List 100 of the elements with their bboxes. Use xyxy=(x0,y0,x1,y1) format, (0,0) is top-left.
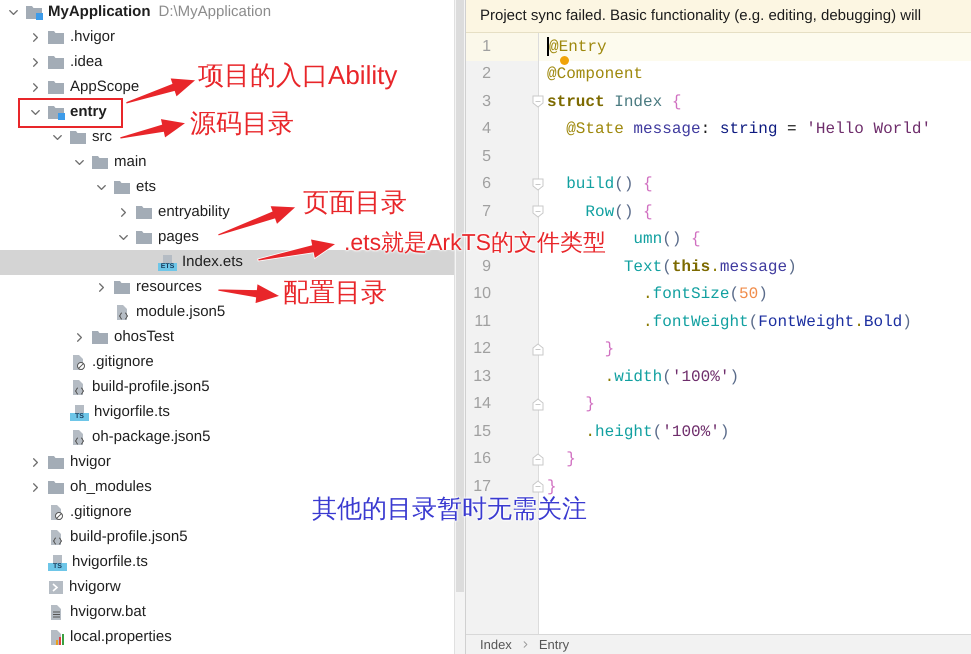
code-line: .height('100%') xyxy=(585,422,730,441)
tree-item[interactable]: hvigor xyxy=(28,450,111,475)
line-number: 9 xyxy=(482,256,491,277)
tree-item[interactable]: .gitignore xyxy=(28,500,132,525)
annotation-arrow xyxy=(217,283,282,304)
line-number: 11 xyxy=(474,312,491,332)
code-line: } xyxy=(585,395,596,414)
module-folder-icon xyxy=(48,105,65,120)
tree-item[interactable]: oh_modules xyxy=(28,475,152,500)
code-line: } xyxy=(604,340,614,358)
tree-item[interactable]: hvigorw xyxy=(28,575,121,600)
tree-item[interactable]: .hvigor xyxy=(28,25,116,50)
folder-icon xyxy=(92,155,109,170)
tree-item[interactable]: pages xyxy=(116,225,199,250)
tree-item[interactable]: src xyxy=(50,125,112,150)
annotation-note: .ets就是ArkTS的文件类型 xyxy=(344,231,606,254)
folder-icon xyxy=(92,330,109,345)
tree-item[interactable]: AppScope xyxy=(28,75,140,100)
text-cursor xyxy=(547,37,549,56)
code-line: struct Index { xyxy=(547,92,682,111)
tree-item[interactable]: entryability xyxy=(116,200,230,225)
tree-item-label: MyApplication xyxy=(48,2,151,22)
tree-item-label: build-profile.json5 xyxy=(70,527,188,548)
line-number: 16 xyxy=(473,449,491,470)
breadcrumb-item[interactable]: Index xyxy=(480,638,512,651)
folder-icon xyxy=(48,455,65,470)
terminal-file-icon xyxy=(48,580,64,596)
tree-item[interactable]: hvigorw.bat xyxy=(28,600,146,625)
file-icon xyxy=(70,430,87,446)
file-icon xyxy=(70,380,87,396)
folder-icon xyxy=(48,55,65,70)
annotation-arrow xyxy=(119,118,188,140)
code-line: } xyxy=(566,450,576,468)
tree-item-label: module.json5 xyxy=(136,302,226,322)
tree-item[interactable]: local.properties xyxy=(28,625,172,650)
file-icon xyxy=(48,504,65,520)
tree-item[interactable]: main xyxy=(72,150,147,175)
breadcrumb-item[interactable]: Entry xyxy=(538,638,570,651)
line-number: 13 xyxy=(473,366,491,387)
tree-item[interactable]: ohosTest xyxy=(72,325,174,350)
tree-item[interactable]: build-profile.json5 xyxy=(28,525,188,550)
tree-item-label: oh_modules xyxy=(70,477,152,498)
tree-item-label: pages xyxy=(158,227,199,248)
tree-item-label: main xyxy=(114,152,147,172)
code-line: .fontSize(50) xyxy=(643,285,768,304)
code-line: build() { xyxy=(566,175,653,194)
tree-item[interactable]: resources xyxy=(94,275,202,300)
line-number: 17 xyxy=(473,476,491,496)
tree-item-label: .idea xyxy=(70,52,103,72)
code-line: @State message: string = 'Hello World' xyxy=(566,120,932,138)
code-line: .width('100%') xyxy=(604,368,740,386)
tree-item[interactable]: oh-package.json5 xyxy=(50,425,210,450)
tree-item-label: entry xyxy=(70,102,107,122)
tree-item[interactable]: entry xyxy=(18,98,123,128)
tree-item-label: Index.ets xyxy=(182,252,243,272)
annotation-note: 项目的入口Ability xyxy=(198,62,398,88)
tree-item-label: .gitignore xyxy=(70,502,132,522)
annotation-note: 源码目录 xyxy=(190,110,294,136)
tree-item-label: ets xyxy=(136,177,156,198)
folder-icon xyxy=(48,30,65,45)
tree-item-label: resources xyxy=(136,277,202,298)
line-number: 4 xyxy=(482,119,491,140)
code-line: @Component xyxy=(547,65,644,84)
line-number: 2 xyxy=(482,64,491,84)
tree-item-label: entryability xyxy=(158,202,230,222)
tree-item-label: hvigor xyxy=(70,452,111,472)
line-number: 7 xyxy=(482,202,491,222)
code-line: @Entry xyxy=(549,38,607,56)
code-line: Text(this.message) xyxy=(624,258,797,276)
line-number: 14 xyxy=(473,394,491,414)
module-folder-icon xyxy=(26,5,43,20)
tree-item-label: build-profile.json5 xyxy=(92,377,210,398)
tree-item[interactable]: .idea xyxy=(28,50,103,75)
line-number: 5 xyxy=(482,146,491,167)
annotation-note: 配置目录 xyxy=(283,279,387,305)
folder-icon xyxy=(114,180,131,195)
code-line: umn() { xyxy=(633,230,701,248)
code-line: Row() { xyxy=(585,202,653,221)
tree-item[interactable]: ets xyxy=(94,175,156,200)
line-number: 3 xyxy=(482,92,491,112)
tree-item-label: ohosTest xyxy=(114,327,174,348)
folder-icon xyxy=(48,480,65,495)
tree-item[interactable]: .gitignore xyxy=(50,350,154,375)
tree-item-label: .hvigor xyxy=(70,27,116,48)
tree-item[interactable]: MyApplication D:\MyApplication xyxy=(6,0,272,25)
line-number: 15 xyxy=(473,422,491,442)
folder-icon xyxy=(136,205,153,220)
file-icon xyxy=(114,304,131,320)
line-number: 1 xyxy=(482,36,491,57)
file-icon xyxy=(48,530,65,546)
folder-icon xyxy=(136,230,153,245)
code-line: .fontWeight(FontWeight.Bold) xyxy=(643,312,912,331)
file-icon xyxy=(48,630,65,646)
tree-item-label: hvigorw xyxy=(69,577,121,598)
tree-item[interactable]: module.json5 xyxy=(94,300,226,325)
tree-item[interactable]: build-profile.json5 xyxy=(50,375,210,400)
folder-icon xyxy=(48,80,65,95)
tree-item-label: hvigorfile.ts xyxy=(94,402,170,422)
line-number: 6 xyxy=(482,174,491,194)
sync-warning-banner: Project sync failed. Basic functionality (e.g. editing, debugging) will xyxy=(466,0,971,33)
